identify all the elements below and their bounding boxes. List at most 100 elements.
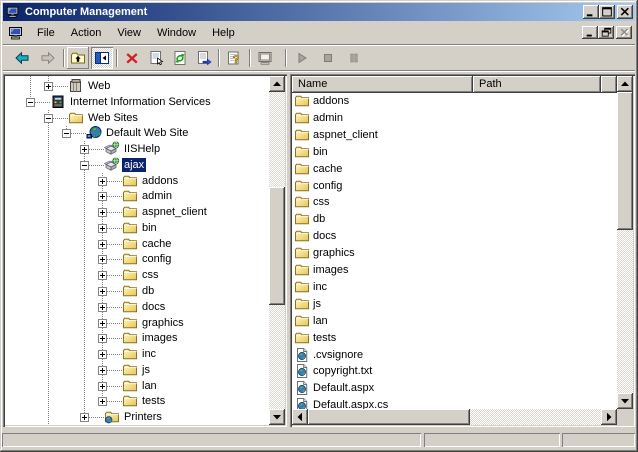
menu-view[interactable]: View: [109, 22, 149, 44]
show-console-tree-button[interactable]: [91, 47, 113, 69]
tree-vertical-scrollbar[interactable]: [269, 76, 285, 425]
expand-toggle[interactable]: [44, 82, 53, 91]
column-header-name[interactable]: Name: [292, 76, 473, 93]
list-horizontal-scrollbar[interactable]: [292, 409, 617, 425]
list-item-lan[interactable]: lan: [292, 313, 617, 330]
expand-toggle[interactable]: [80, 145, 89, 154]
scroll-right-button[interactable]: [601, 409, 617, 425]
iis-icon[interactable]: [50, 94, 66, 110]
scroll-down-button[interactable]: [617, 393, 633, 409]
list-item-graphics[interactable]: graphics: [292, 245, 617, 262]
tree-item-internet-information-services[interactable]: Internet Information Services: [68, 95, 213, 109]
list-item-config[interactable]: config: [292, 178, 617, 195]
web-folder-icon[interactable]: [104, 409, 120, 425]
tree-item-images[interactable]: images: [140, 331, 179, 345]
scroll-thumb[interactable]: [308, 409, 470, 425]
scroll-down-button[interactable]: [269, 409, 285, 425]
list-item-tests[interactable]: tests: [292, 330, 617, 347]
delete-button[interactable]: [121, 47, 143, 69]
tree-item-printers[interactable]: Printers: [122, 410, 164, 424]
menu-action[interactable]: Action: [63, 22, 110, 44]
folder-icon[interactable]: [122, 204, 138, 220]
tree-item-web-sites[interactable]: Web Sites: [86, 111, 140, 125]
scroll-up-button[interactable]: [269, 76, 285, 92]
folder-icon[interactable]: [122, 236, 138, 252]
expand-toggle[interactable]: [98, 334, 107, 343]
web-site-icon[interactable]: [86, 125, 102, 141]
virtual-directory-icon[interactable]: [104, 141, 120, 157]
mdi-restore-button[interactable]: [598, 26, 614, 39]
list-item-addons[interactable]: addons: [292, 93, 617, 110]
refresh-button[interactable]: [169, 47, 191, 69]
folder-icon[interactable]: [122, 188, 138, 204]
scroll-thumb[interactable]: [617, 92, 633, 230]
collapse-toggle[interactable]: [80, 161, 89, 170]
folder-icon[interactable]: [122, 330, 138, 346]
folder-icon[interactable]: [122, 315, 138, 331]
menu-window[interactable]: Window: [149, 22, 204, 44]
help-button[interactable]: ?: [223, 47, 245, 69]
expand-toggle[interactable]: [98, 177, 107, 186]
collapse-toggle[interactable]: [62, 129, 71, 138]
folder-icon[interactable]: [122, 378, 138, 394]
folder-icon[interactable]: [122, 393, 138, 409]
tree-item-cache[interactable]: cache: [140, 237, 173, 251]
tree-item-ajax[interactable]: ajax: [122, 158, 146, 172]
catalog-icon[interactable]: [68, 78, 84, 94]
expand-toggle[interactable]: [98, 224, 107, 233]
folder-icon[interactable]: [122, 283, 138, 299]
folder-icon[interactable]: [122, 220, 138, 236]
mdi-minimize-button[interactable]: [582, 26, 598, 39]
up-one-level-button[interactable]: [67, 47, 89, 69]
collapse-toggle[interactable]: [44, 114, 53, 123]
expand-toggle[interactable]: [98, 287, 107, 296]
tree-item-admin[interactable]: admin: [140, 189, 174, 203]
expand-toggle[interactable]: [98, 366, 107, 375]
folder-icon[interactable]: [122, 173, 138, 189]
tree-item-default-web-site[interactable]: Default Web Site: [104, 126, 190, 140]
back-button[interactable]: [11, 47, 33, 69]
menu-file[interactable]: File: [29, 22, 63, 44]
tree-item-tests[interactable]: tests: [140, 394, 167, 408]
tree-item-js[interactable]: js: [140, 363, 152, 377]
list-item-default-aspx[interactable]: Default.aspx: [292, 380, 617, 397]
folder-icon[interactable]: [122, 299, 138, 315]
tree-item-bin[interactable]: bin: [140, 221, 159, 235]
expand-toggle[interactable]: [98, 303, 107, 312]
scroll-up-button[interactable]: [617, 76, 633, 92]
folder-icon[interactable]: [122, 346, 138, 362]
expand-toggle[interactable]: [98, 319, 107, 328]
close-button[interactable]: [617, 5, 633, 19]
tree-item-docs[interactable]: docs: [140, 300, 167, 314]
tree-item-config[interactable]: config: [140, 252, 173, 266]
expand-toggle[interactable]: [98, 240, 107, 249]
tree-item-graphics[interactable]: graphics: [140, 316, 186, 330]
list-item-images[interactable]: images: [292, 262, 617, 279]
list-item-db[interactable]: db: [292, 211, 617, 228]
maximize-button[interactable]: [599, 5, 615, 19]
tree-item-css[interactable]: css: [140, 268, 161, 282]
menu-help[interactable]: Help: [204, 22, 243, 44]
folder-icon[interactable]: [68, 110, 84, 126]
list-item-cache[interactable]: cache: [292, 161, 617, 178]
expand-toggle[interactable]: [98, 350, 107, 359]
tree-item-aspnet-client[interactable]: aspnet_client: [140, 205, 209, 219]
list-item-inc[interactable]: inc: [292, 279, 617, 296]
list-item-docs[interactable]: docs: [292, 228, 617, 245]
list-vertical-scrollbar[interactable]: [617, 76, 633, 409]
folder-icon[interactable]: [122, 251, 138, 267]
minimize-button[interactable]: [583, 5, 599, 19]
tree-item-lan[interactable]: lan: [140, 379, 159, 393]
list-item-aspnet-client[interactable]: aspnet_client: [292, 127, 617, 144]
column-header-path[interactable]: Path: [473, 76, 601, 93]
expand-toggle[interactable]: [98, 255, 107, 264]
list-item-default-aspx-cs[interactable]: Default.aspx.cs: [292, 397, 617, 409]
expand-toggle[interactable]: [98, 271, 107, 280]
expand-toggle[interactable]: [98, 397, 107, 406]
virtual-directory-icon[interactable]: [104, 157, 120, 173]
expand-toggle[interactable]: [98, 208, 107, 217]
list-item--cvsignore[interactable]: .cvsignore: [292, 347, 617, 364]
tree-item-web[interactable]: Web: [86, 79, 112, 93]
list-item-js[interactable]: js: [292, 296, 617, 313]
list-item-css[interactable]: css: [292, 194, 617, 211]
